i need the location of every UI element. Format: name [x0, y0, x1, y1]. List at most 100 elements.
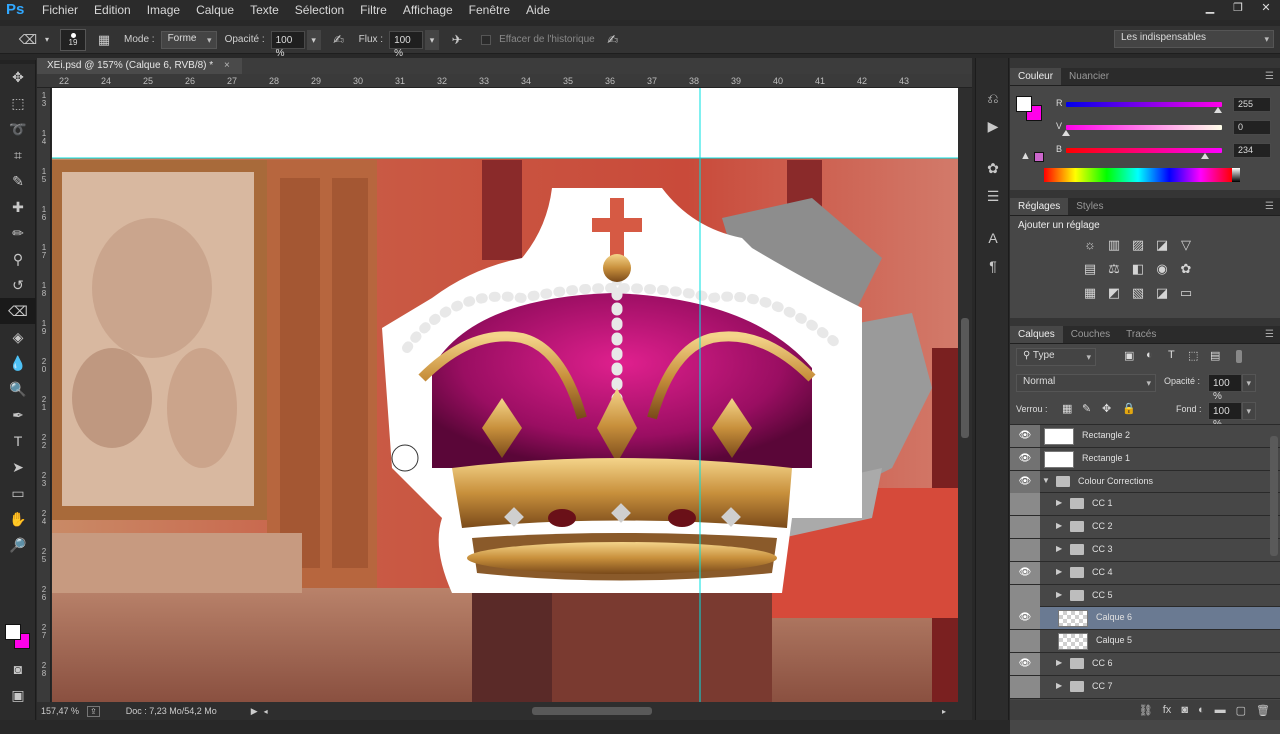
blend-mode-select[interactable]: Normal [1016, 374, 1156, 392]
workspace-select[interactable]: Les indispensables [1114, 30, 1274, 48]
opacity-field[interactable]: 100 % [270, 30, 305, 59]
menu-filtre[interactable]: Filtre [352, 0, 395, 20]
fg-color-swatch[interactable] [1016, 96, 1032, 112]
menu-texte[interactable]: Texte [242, 0, 287, 20]
quick-mask-icon[interactable]: ◙ [0, 656, 36, 682]
scroll-thumb[interactable] [961, 318, 969, 438]
layer-row[interactable]: ▶ CC 5 [1010, 584, 1280, 608]
eye-icon[interactable]: 👁 [1010, 425, 1040, 447]
channel-value[interactable]: 255 [1233, 97, 1271, 112]
horizontal-scroll-thumb[interactable] [532, 707, 652, 715]
history-brush-icon[interactable]: ↺ [0, 272, 36, 298]
tab-calques[interactable]: Calques [1010, 326, 1063, 343]
shape-icon[interactable]: ▭ [0, 480, 36, 506]
chevron-down-icon[interactable] [1242, 374, 1256, 392]
canvas[interactable] [52, 88, 958, 702]
color-spectrum[interactable] [1044, 168, 1232, 182]
filter-pixel-icon[interactable]: ▣ [1124, 349, 1134, 362]
horizontal-ruler[interactable]: 22 24 25 26 27 28 29 30 31 32 33 34 35 36 37 38 39 40 41 42… [37, 74, 972, 88]
character-panel-icon[interactable]: A [976, 224, 1010, 252]
lock-move-icon[interactable]: ✥ [1102, 402, 1111, 415]
visibility-toggle[interactable] [1010, 675, 1040, 698]
panel-menu-icon[interactable]: ☰ [1265, 198, 1280, 215]
channel-value[interactable]: 234 [1233, 143, 1271, 158]
menu-edition[interactable]: Edition [86, 0, 139, 20]
hue-saturation-icon[interactable]: ▤ [1078, 257, 1102, 281]
exposure-icon[interactable]: ◪ [1150, 233, 1174, 257]
black-white-icon[interactable]: ◧ [1126, 257, 1150, 281]
lock-paint-icon[interactable]: ✎ [1082, 402, 1091, 415]
pen-icon[interactable]: ✒ [0, 402, 36, 428]
photo-filter-icon[interactable]: ◉ [1150, 257, 1174, 281]
invert-icon[interactable]: ◩ [1102, 281, 1126, 305]
color-lookup-icon[interactable]: ▦ [1078, 281, 1102, 305]
posterize-icon[interactable]: ▧ [1126, 281, 1150, 305]
layer-row[interactable]: 👁 Rectangle 2 [1010, 425, 1280, 448]
visibility-toggle[interactable] [1010, 630, 1040, 653]
bucket-icon[interactable]: ◈ [0, 324, 36, 350]
layer-row[interactable]: ▶ CC 2 [1010, 516, 1280, 539]
fill-field[interactable]: 100 % [1208, 402, 1242, 430]
visibility-toggle[interactable] [1010, 584, 1040, 607]
fx-icon[interactable]: fx [1163, 704, 1172, 716]
filter-adjustment-icon[interactable]: ◐ [1146, 349, 1153, 361]
tab-styles[interactable]: Styles [1068, 198, 1111, 215]
gradient-map-icon[interactable]: ▭ [1174, 281, 1198, 305]
panel-menu-icon[interactable]: ☰ [1265, 68, 1280, 85]
add-mask-icon[interactable]: ◙ [1181, 704, 1188, 716]
brightness-icon[interactable]: ☼ [1078, 233, 1102, 257]
slider-knob[interactable] [1201, 153, 1210, 159]
brush-presets-icon[interactable]: ✿ [976, 154, 1010, 182]
vertical-ruler[interactable]: 1 3 1 4 1 5 1 6 1 7 1 8 1 9 2 0 2 1 2 2 2 3 2 4 2 5 2… [37, 88, 51, 702]
vibrance-icon[interactable]: ▽ [1174, 233, 1198, 257]
brush-size-picker[interactable]: 19 [60, 28, 86, 51]
screen-mode-icon[interactable]: ▣ [0, 682, 36, 708]
stamp-icon[interactable]: ⚲ [0, 246, 36, 272]
new-group-icon[interactable]: ▬ [1215, 704, 1226, 716]
layer-filter-select[interactable]: ⚲ Type [1016, 348, 1096, 366]
slider-knob[interactable] [1214, 107, 1222, 113]
channel-slider[interactable] [1066, 102, 1222, 113]
tab-nuancier[interactable]: Nuancier [1061, 68, 1117, 85]
expand-right-icon[interactable]: ▶ [1056, 544, 1062, 553]
visibility-toggle[interactable] [1010, 538, 1040, 561]
eyedropper-icon[interactable]: ✎ [0, 168, 36, 194]
layer-row[interactable]: ▶ CC 1 [1010, 493, 1280, 517]
brush-panel-icon[interactable]: ▦ [94, 30, 114, 50]
layer-row[interactable]: Calque 5 [1010, 630, 1280, 653]
spectrum-black-white[interactable] [1232, 168, 1240, 182]
close-button[interactable]: ✕ [1252, 0, 1280, 16]
close-icon[interactable]: × [224, 60, 230, 71]
brush-icon[interactable]: ✏ [0, 220, 36, 246]
zoom-icon[interactable]: 🔎 [0, 532, 36, 558]
layer-row[interactable]: ▶ CC 7 [1010, 675, 1280, 699]
tab-traces[interactable]: Tracés [1118, 326, 1164, 343]
status-menu-icon[interactable]: ▶ [251, 706, 258, 717]
dodge-icon[interactable]: 🔍 [0, 376, 36, 402]
airbrush-icon[interactable]: ✈ [447, 30, 467, 50]
expand-right-icon[interactable]: ▶ [1056, 521, 1062, 530]
filter-shape-icon[interactable]: ⬚ [1188, 349, 1198, 362]
actions-panel-icon[interactable]: ▶ [976, 112, 1010, 140]
scroll-left-icon[interactable]: ◂ [264, 707, 268, 716]
scroll-right-icon[interactable]: ▸ [942, 707, 946, 716]
levels-icon[interactable]: ▥ [1102, 233, 1126, 257]
layer-row[interactable]: 👁 Rectangle 1 [1010, 447, 1280, 471]
expand-down-icon[interactable]: ▼ [1042, 476, 1050, 485]
eye-icon[interactable]: 👁 [1010, 561, 1040, 584]
menu-slection[interactable]: Sélection [287, 0, 352, 20]
expand-right-icon[interactable]: ▶ [1056, 681, 1062, 690]
layer-opacity-field[interactable]: 100 % [1208, 374, 1242, 402]
healing-icon[interactable]: ✚ [0, 194, 36, 220]
menu-aide[interactable]: Aide [518, 0, 558, 20]
link-layers-icon[interactable]: ⛓ [1139, 704, 1153, 717]
vertical-scrollbar[interactable] [958, 88, 972, 702]
chevron-down-icon[interactable]: ▾ [306, 29, 321, 50]
lock-transparent-icon[interactable]: ▦ [1062, 402, 1072, 415]
color-swatches[interactable] [4, 620, 32, 654]
filter-type-icon[interactable]: T [1168, 349, 1175, 361]
new-layer-icon[interactable]: ▢ [1236, 704, 1246, 717]
menu-calque[interactable]: Calque [188, 0, 242, 20]
eraser-tool-preset-icon[interactable]: ⌫ [18, 30, 38, 50]
tool-presets-icon[interactable]: ☰ [976, 182, 1010, 210]
